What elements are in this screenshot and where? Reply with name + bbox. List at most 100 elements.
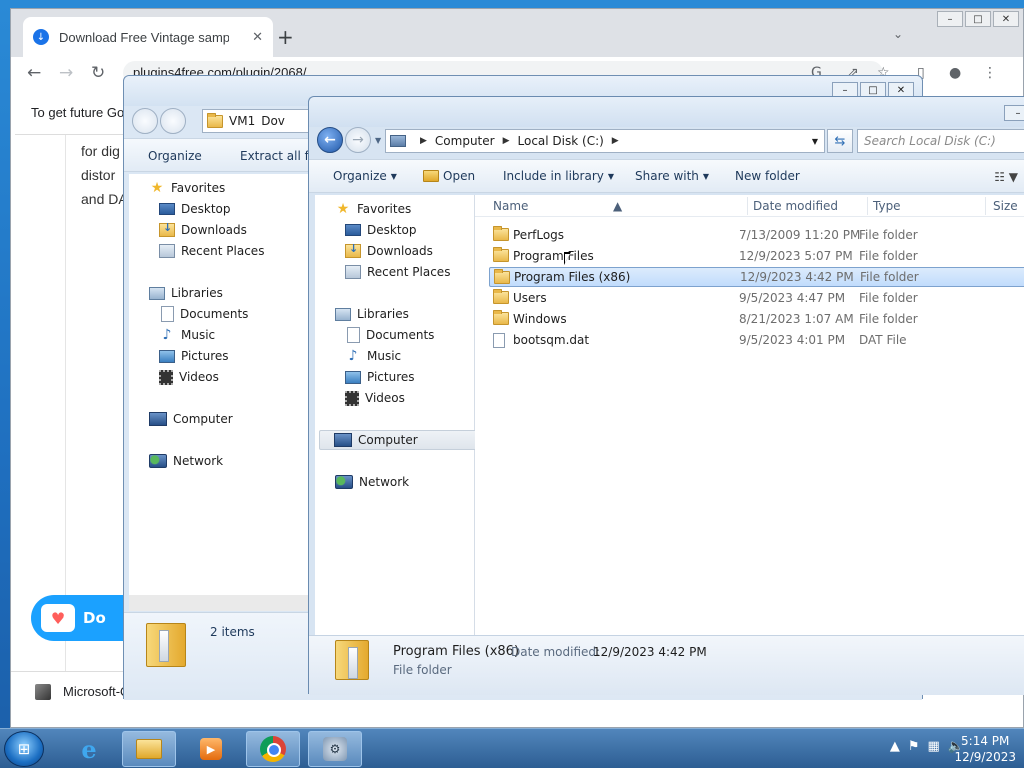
network-status-icon[interactable]: ▦ xyxy=(928,739,940,754)
back-arrow-icon[interactable]: ← xyxy=(27,63,41,83)
forward-button[interactable] xyxy=(160,108,186,134)
back-button[interactable]: ← xyxy=(317,127,343,153)
downloads-icon xyxy=(159,221,175,237)
breadcrumb-downloads[interactable]: Dov xyxy=(261,114,285,128)
taskbar-windows-explorer[interactable] xyxy=(122,731,176,767)
recent-pages-chevron-icon[interactable]: ▼ xyxy=(375,136,381,145)
nav-documents[interactable]: Documents xyxy=(159,304,248,324)
nav-label: Pictures xyxy=(367,370,415,384)
chrome-tab[interactable]: ↓ Download Free Vintage sampler ✕ xyxy=(23,17,273,57)
file-row[interactable]: Windows 8/21/2023 1:07 AM File folder xyxy=(489,309,1024,329)
column-size[interactable]: Size xyxy=(993,199,1018,213)
include-in-library-button[interactable]: Include in library ▼ xyxy=(503,169,614,183)
horizontal-scrollbar[interactable] xyxy=(129,595,309,611)
large-folder-icon xyxy=(335,640,369,680)
show-hidden-icons-icon[interactable]: ▲ xyxy=(890,739,900,754)
nav-label: Music xyxy=(367,349,402,363)
change-view-icon[interactable]: ☷ ▼ xyxy=(994,170,1018,184)
refresh-button[interactable]: ⇆ xyxy=(827,129,853,153)
organize-button[interactable]: Organize xyxy=(148,149,202,163)
address-dropdown-icon[interactable]: ▼ xyxy=(812,137,818,146)
nav-libraries[interactable]: Libraries xyxy=(149,283,223,303)
nav-desktop[interactable]: Desktop xyxy=(159,199,231,219)
folder-icon xyxy=(493,247,509,262)
maximize-button[interactable]: □ xyxy=(965,11,991,27)
breadcrumb-local-disk[interactable]: Local Disk (C:) xyxy=(518,134,604,148)
file-date: 12/9/2023 5:07 PM xyxy=(739,249,853,263)
column-divider[interactable] xyxy=(867,197,868,215)
file-row[interactable]: PerfLogs 7/13/2009 11:20 PM File folder xyxy=(489,225,1024,245)
nav-label: Favorites xyxy=(171,181,226,195)
column-divider[interactable] xyxy=(747,197,748,215)
profile-avatar-icon[interactable]: ● xyxy=(949,65,961,81)
file-date: 7/13/2009 11:20 PM xyxy=(739,228,861,242)
taskbar-media-player[interactable]: ▶ xyxy=(184,731,238,767)
chevron-right-icon: ▶ xyxy=(502,136,510,146)
new-tab-button[interactable]: + xyxy=(277,25,294,49)
taskbar-installer[interactable]: ⚙ xyxy=(308,731,362,767)
pictures-icon xyxy=(159,349,175,363)
nav-buttons: ← → ▼ xyxy=(317,127,381,153)
nav-favorites[interactable]: ★ Favorites xyxy=(335,199,493,219)
reload-icon[interactable]: ↻ xyxy=(91,63,105,83)
close-tab-icon[interactable]: ✕ xyxy=(252,30,263,45)
column-date-modified[interactable]: Date modified xyxy=(753,199,838,213)
internet-explorer-icon: e xyxy=(81,734,97,764)
minimize-button[interactable]: – xyxy=(1004,105,1024,121)
nav-network[interactable]: Network xyxy=(149,451,223,471)
clock-date: 12/9/2023 xyxy=(954,750,1016,764)
folder-icon xyxy=(494,269,510,284)
sort-ascending-icon: ▲ xyxy=(613,199,623,213)
nav-computer[interactable]: Computer xyxy=(149,409,233,429)
media-player-icon: ▶ xyxy=(200,738,222,760)
open-button[interactable]: Open xyxy=(423,169,475,183)
nav-favorites[interactable]: ★ Favorites xyxy=(149,178,226,198)
nav-downloads[interactable]: Downloads xyxy=(159,220,247,240)
nav-network[interactable]: Network xyxy=(335,472,493,492)
start-button[interactable]: ⊞ xyxy=(4,731,44,767)
taskbar-internet-explorer[interactable]: e xyxy=(62,731,116,767)
file-row[interactable]: bootsqm.dat 9/5/2023 4:01 PM DAT File xyxy=(489,330,1024,350)
details-date-value: 12/9/2023 4:42 PM xyxy=(593,645,707,659)
nav-label: Documents xyxy=(366,328,435,342)
new-folder-button[interactable]: New folder xyxy=(735,169,800,183)
organize-button[interactable]: Organize ▼ xyxy=(333,169,397,183)
breadcrumb-vm1[interactable]: VM1 xyxy=(229,114,255,128)
file-type: File folder xyxy=(859,249,918,263)
action-center-flag-icon[interactable]: ⚑ xyxy=(908,739,920,754)
page-line: for dig xyxy=(81,143,120,159)
minimize-button[interactable]: – xyxy=(937,11,963,27)
search-input[interactable]: Search Local Disk (C:) xyxy=(857,129,1024,153)
nav-label: Libraries xyxy=(171,286,223,300)
nav-computer[interactable]: Computer xyxy=(319,430,477,450)
menu-kebab-icon[interactable]: ⋮ xyxy=(983,65,997,81)
share-with-button[interactable]: Share with ▼ xyxy=(635,169,709,183)
column-type[interactable]: Type xyxy=(873,199,901,213)
breadcrumb-computer[interactable]: Computer xyxy=(435,134,495,148)
column-divider[interactable] xyxy=(985,197,986,215)
nav-label: Videos xyxy=(179,370,219,384)
forward-arrow-icon[interactable]: → xyxy=(59,63,73,83)
nav-music[interactable]: ♪ Music xyxy=(159,325,216,345)
recent-places-icon xyxy=(159,244,175,258)
forward-button[interactable]: → xyxy=(345,127,371,153)
clock[interactable]: 5:14 PM 12/9/2023 xyxy=(954,733,1016,765)
tab-search-chevron-icon[interactable]: ⌄ xyxy=(893,27,903,41)
back-button[interactable] xyxy=(132,108,158,134)
page-divider xyxy=(65,135,66,675)
nav-label: Downloads xyxy=(181,223,247,237)
column-name[interactable]: Name xyxy=(493,199,528,213)
nav-libraries[interactable]: Libraries xyxy=(335,304,493,324)
taskbar-chrome[interactable] xyxy=(246,731,300,767)
nav-label: Favorites xyxy=(357,202,412,216)
file-row[interactable]: Program Files (x86) 12/9/2023 4:42 PM File… xyxy=(489,267,1024,287)
folder-icon xyxy=(493,310,509,325)
nav-videos[interactable]: Videos xyxy=(159,367,219,387)
file-row[interactable]: Users 9/5/2023 4:47 PM File folder xyxy=(489,288,1024,308)
star-icon: ★ xyxy=(150,180,164,196)
chevron-right-icon: ▶ xyxy=(611,136,619,146)
nav-pictures[interactable]: Pictures xyxy=(159,346,229,366)
nav-recent[interactable]: Recent Places xyxy=(159,241,264,261)
close-button[interactable]: ✕ xyxy=(993,11,1019,27)
address-bar[interactable]: ▶ Computer ▶ Local Disk (C:) ▶ ▼ xyxy=(385,129,825,153)
